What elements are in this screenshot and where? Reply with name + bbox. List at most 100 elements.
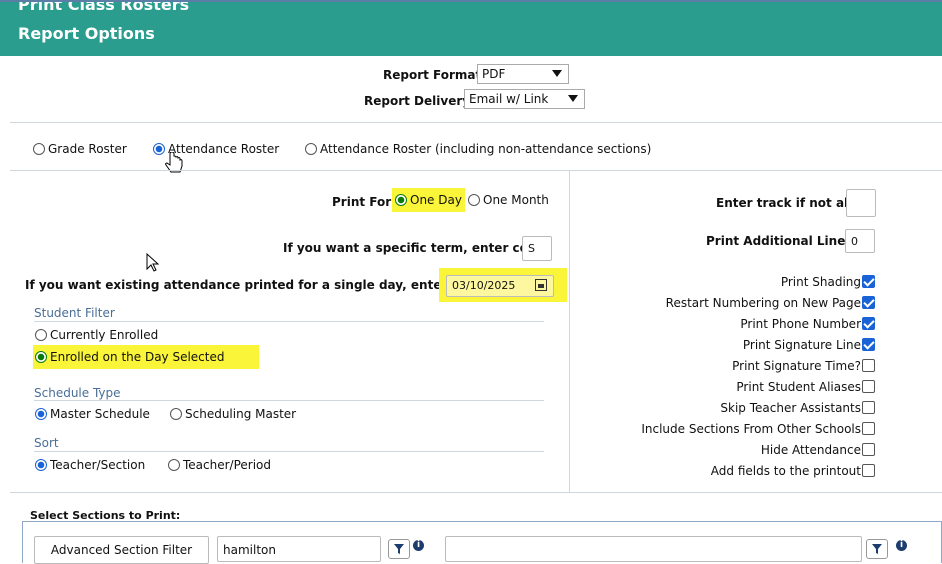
radio-teacher-section[interactable]: Teacher/Section xyxy=(35,458,145,472)
report-format-label: Report Format: xyxy=(383,68,487,82)
checkbox-icon[interactable] xyxy=(862,401,875,414)
check-restart-numbering[interactable]: Restart Numbering on New Page xyxy=(600,292,875,313)
column-divider xyxy=(569,170,570,492)
report-delivery-label: Report Delivery: xyxy=(364,94,475,108)
check-label: Print Phone Number xyxy=(740,316,861,331)
lines-label: Print Additional Lines xyxy=(706,234,853,248)
radio-label: Teacher/Period xyxy=(183,458,272,472)
lines-input[interactable]: 0 xyxy=(845,229,875,253)
report-delivery-value: Email w/ Link xyxy=(469,92,549,106)
checkbox-checked-icon[interactable] xyxy=(862,317,875,330)
divider xyxy=(10,122,942,123)
info-icon[interactable]: i xyxy=(896,540,907,551)
checkbox-icon[interactable] xyxy=(862,464,875,477)
check-student-aliases[interactable]: Print Student Aliases xyxy=(600,376,875,397)
top-border xyxy=(0,0,942,2)
term-input[interactable]: S xyxy=(522,236,552,261)
divider xyxy=(34,400,544,401)
radio-label: Scheduling Master xyxy=(185,407,297,421)
divider xyxy=(34,321,544,322)
section-filter-input[interactable]: hamilton xyxy=(217,536,381,562)
header-bar: Print Class Rosters Report Options xyxy=(0,0,942,56)
checkbox-icon[interactable] xyxy=(862,422,875,435)
info-icon[interactable]: i xyxy=(413,540,424,551)
radio-scheduling-master[interactable]: Scheduling Master xyxy=(170,407,296,421)
checkbox-checked-icon[interactable] xyxy=(862,296,875,309)
filter-funnel-icon[interactable] xyxy=(866,539,888,559)
report-format-select[interactable]: PDF xyxy=(477,64,569,84)
checkbox-icon[interactable] xyxy=(862,443,875,456)
check-include-other-schools[interactable]: Include Sections From Other Schools xyxy=(600,418,875,439)
report-format-value: PDF xyxy=(482,67,506,81)
check-add-fields[interactable]: Add fields to the printout xyxy=(600,460,875,481)
divider xyxy=(10,170,942,171)
radio-label: Attendance Roster (including non-attenda… xyxy=(320,142,652,156)
checkbox-icon[interactable] xyxy=(862,359,875,372)
schedule-type-title: Schedule Type xyxy=(34,386,121,400)
report-delivery-select[interactable]: Email w/ Link xyxy=(464,89,585,109)
term-label: If you want a specific term, enter code xyxy=(283,241,545,255)
check-label: Print Signature Time? xyxy=(732,358,861,373)
radio-selected-icon xyxy=(35,408,47,420)
radio-selected-icon xyxy=(35,459,47,471)
check-phone-number[interactable]: Print Phone Number xyxy=(600,313,875,334)
track-label: Enter track if not all xyxy=(716,196,853,210)
radio-icon xyxy=(305,143,317,155)
radio-selected-icon xyxy=(395,194,407,206)
radio-one-month[interactable]: One Month xyxy=(468,193,549,207)
date-label: If you want existing attendance printed … xyxy=(25,278,495,292)
radio-icon xyxy=(35,329,47,341)
check-signature-time[interactable]: Print Signature Time? xyxy=(600,355,875,376)
divider xyxy=(34,451,544,452)
checkbox-checked-icon[interactable] xyxy=(862,275,875,288)
chevron-down-icon xyxy=(552,70,562,77)
radio-label: One Month xyxy=(483,193,549,207)
checkbox-checked-icon[interactable] xyxy=(862,338,875,351)
radio-master-schedule[interactable]: Master Schedule xyxy=(35,407,150,421)
hand-cursor-icon xyxy=(165,152,183,173)
student-filter-title: Student Filter xyxy=(34,306,115,320)
radio-teacher-period[interactable]: Teacher/Period xyxy=(168,458,271,472)
check-label: Include Sections From Other Schools xyxy=(641,421,861,436)
radio-grade-roster[interactable]: Grade Roster xyxy=(33,142,127,156)
sort-title: Sort xyxy=(34,436,59,450)
radio-currently-enrolled[interactable]: Currently Enrolled xyxy=(35,328,158,342)
radio-icon xyxy=(170,408,182,420)
checkbox-icon[interactable] xyxy=(862,380,875,393)
check-label: Restart Numbering on New Page xyxy=(665,295,861,310)
radio-one-day[interactable]: One Day xyxy=(392,188,465,212)
radio-label: Attendance Roster xyxy=(168,142,280,156)
print-for-label: Print For: xyxy=(332,195,396,209)
radio-icon xyxy=(468,194,480,206)
track-input[interactable] xyxy=(846,189,876,217)
radio-attendance-roster-incl[interactable]: Attendance Roster (including non-attenda… xyxy=(305,142,651,156)
radio-icon xyxy=(168,459,180,471)
filter-funnel-icon[interactable] xyxy=(388,539,410,559)
check-label: Hide Attendance xyxy=(760,442,861,457)
check-label: Print Student Aliases xyxy=(736,379,861,394)
radio-label: Teacher/Section xyxy=(50,458,146,472)
calendar-icon[interactable] xyxy=(535,279,547,291)
radio-label: Master Schedule xyxy=(50,407,150,421)
radio-selected-icon xyxy=(35,351,47,363)
check-signature-line[interactable]: Print Signature Line xyxy=(600,334,875,355)
section-search-input[interactable] xyxy=(445,536,862,562)
advanced-section-filter-button[interactable]: Advanced Section Filter xyxy=(34,536,209,564)
radio-label: One Day xyxy=(410,193,462,207)
check-label: Print Signature Line xyxy=(742,337,861,352)
chevron-down-icon xyxy=(568,95,578,102)
check-skip-teacher-assistants[interactable]: Skip Teacher Assistants xyxy=(600,397,875,418)
radio-icon xyxy=(33,143,45,155)
radio-label: Enrolled on the Day Selected xyxy=(50,350,225,364)
page-title: Print Class Rosters xyxy=(18,0,190,14)
check-print-shading[interactable]: Print Shading xyxy=(600,271,875,292)
page-subtitle: Report Options xyxy=(18,24,155,43)
radio-label: Currently Enrolled xyxy=(50,328,159,342)
options-checklist: Print Shading Restart Numbering on New P… xyxy=(600,271,875,481)
check-hide-attendance[interactable]: Hide Attendance xyxy=(600,439,875,460)
radio-label: Grade Roster xyxy=(48,142,127,156)
radio-enrolled-on-day[interactable]: Enrolled on the Day Selected xyxy=(33,345,259,369)
date-value: 03/10/2025 xyxy=(452,279,516,292)
check-label: Skip Teacher Assistants xyxy=(720,400,861,415)
check-label: Print Shading xyxy=(780,274,861,289)
